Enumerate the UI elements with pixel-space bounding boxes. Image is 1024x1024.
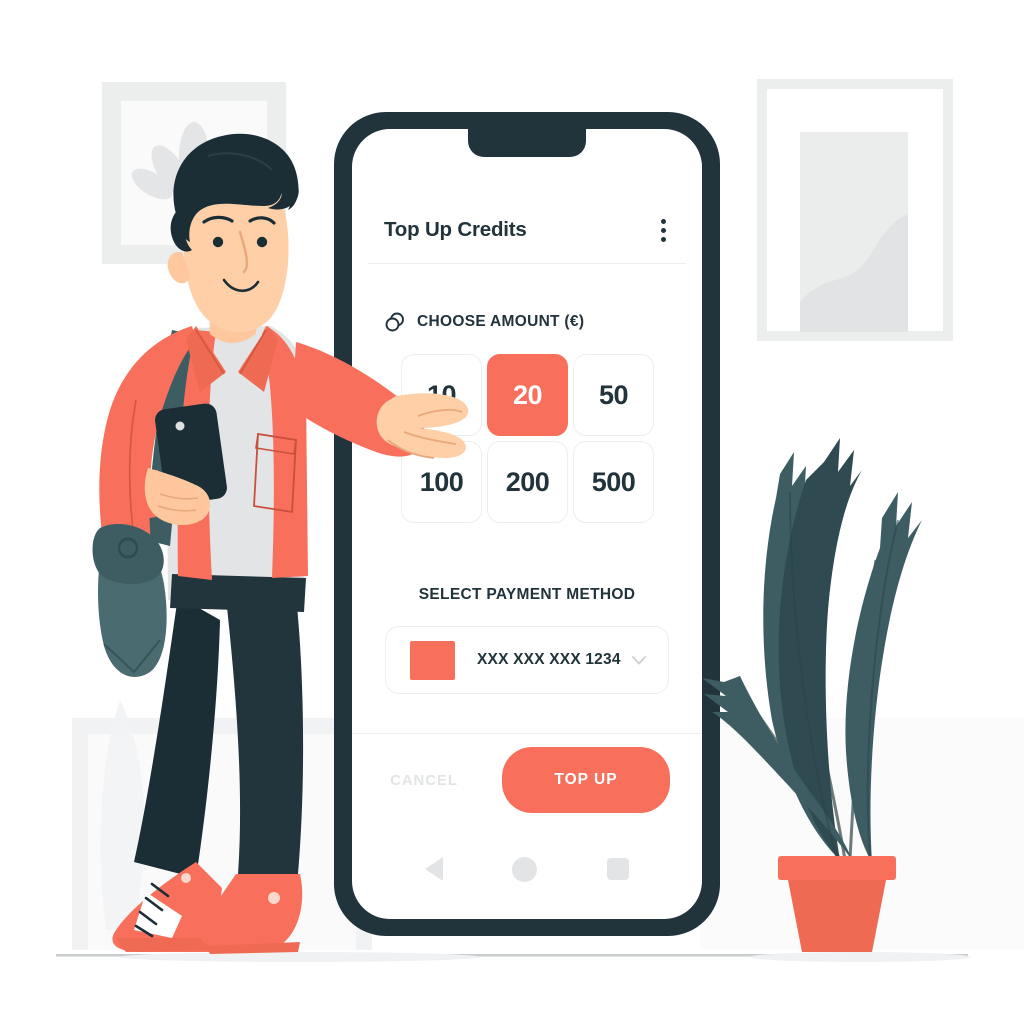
amount-option-50[interactable]: 50 bbox=[573, 354, 654, 436]
actions-divider bbox=[352, 733, 702, 734]
phone-device: Top Up Credits CHOOSE AMOUNT (€) 10 20 5… bbox=[334, 112, 720, 936]
select-payment-method-label: SELECT PAYMENT METHOD bbox=[418, 586, 636, 603]
home-circle-icon[interactable] bbox=[512, 856, 538, 882]
action-buttons-row: CANCEL TOP UP bbox=[352, 747, 702, 813]
back-triangle-icon[interactable] bbox=[424, 857, 443, 881]
amount-options-grid: 10 20 50 100 200 500 bbox=[401, 354, 654, 523]
payment-method-dropdown[interactable]: XXX XXX XXX 1234 bbox=[385, 626, 669, 694]
amount-option-100[interactable]: 100 bbox=[401, 441, 482, 523]
amount-option-500[interactable]: 500 bbox=[573, 441, 654, 523]
phone-notch bbox=[468, 129, 586, 157]
page-title: Top Up Credits bbox=[384, 218, 527, 241]
illustration-scene: Top Up Credits CHOOSE AMOUNT (€) 10 20 5… bbox=[0, 0, 1024, 1024]
choose-amount-heading: CHOOSE AMOUNT (€) bbox=[384, 311, 584, 333]
amount-option-10[interactable]: 10 bbox=[401, 354, 482, 436]
android-nav-bar bbox=[352, 841, 702, 897]
recents-square-icon[interactable] bbox=[607, 858, 630, 880]
chevron-down-icon bbox=[632, 656, 646, 665]
app-header: Top Up Credits bbox=[352, 199, 702, 261]
kebab-menu-icon[interactable] bbox=[657, 215, 670, 246]
amount-option-200[interactable]: 200 bbox=[487, 441, 568, 523]
card-color-swatch bbox=[410, 640, 455, 680]
square-lotus-picture-frame bbox=[102, 82, 286, 264]
phone-screen: Top Up Credits CHOOSE AMOUNT (€) 10 20 5… bbox=[352, 129, 702, 919]
cancel-button[interactable]: CANCEL bbox=[386, 764, 462, 797]
choose-amount-label: CHOOSE AMOUNT (€) bbox=[417, 313, 585, 330]
coins-icon bbox=[385, 312, 404, 332]
amount-option-20[interactable]: 20 bbox=[487, 354, 568, 436]
header-divider bbox=[368, 263, 686, 264]
card-number-label: XXX XXX XXX 1234 bbox=[477, 651, 621, 668]
top-up-button[interactable]: TOP UP bbox=[502, 747, 670, 813]
tall-abstract-picture-frame bbox=[757, 79, 953, 341]
